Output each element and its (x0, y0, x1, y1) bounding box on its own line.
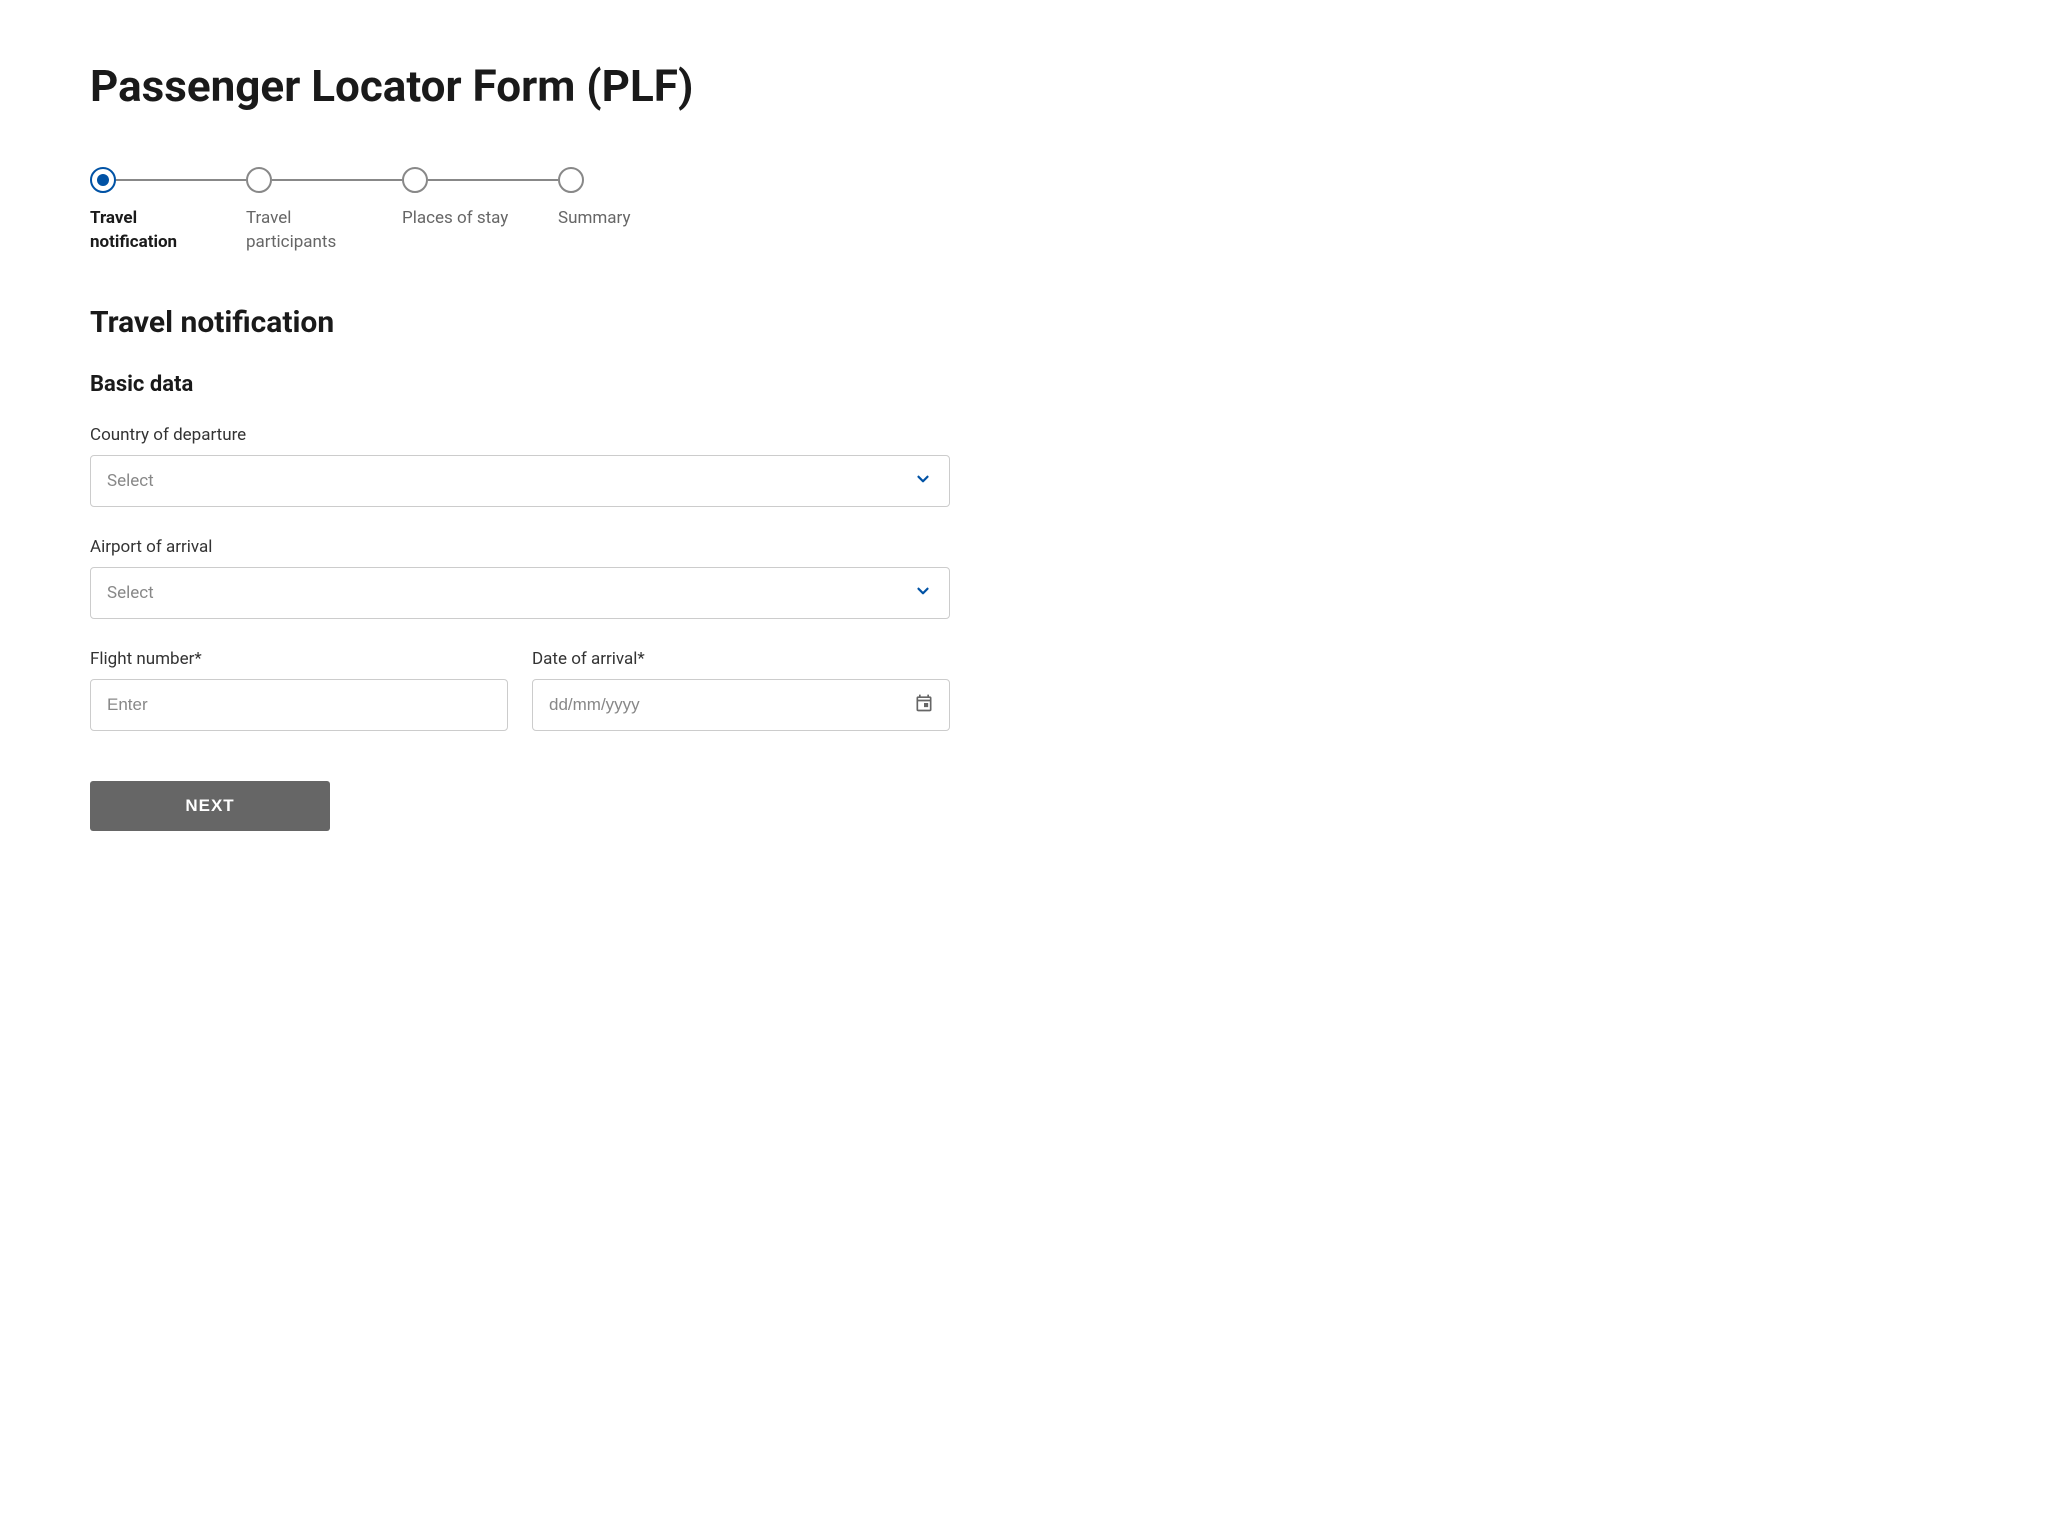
stepper-dot-icon (246, 167, 272, 193)
stepper-label: Places of stay (402, 207, 508, 231)
next-button[interactable]: NEXT (90, 781, 330, 831)
country-of-departure-select[interactable]: Select (90, 455, 950, 507)
form-container: Travel notification Basic data Country o… (90, 305, 950, 831)
section-title: Travel notification (90, 305, 950, 340)
field-label: Airport of arrival (90, 537, 950, 557)
field-country-of-departure: Country of departure Select (90, 425, 950, 507)
airport-of-arrival-select[interactable]: Select (90, 567, 950, 619)
date-of-arrival-input[interactable] (532, 679, 950, 731)
stepper: Travel notification Travel participants … (90, 167, 690, 255)
stepper-dot-icon (402, 167, 428, 193)
stepper-dot-icon (558, 167, 584, 193)
field-label: Flight number* (90, 649, 508, 669)
select-placeholder: Select (107, 471, 154, 491)
stepper-label: Summary (558, 207, 630, 231)
field-label: Country of departure (90, 425, 950, 445)
stepper-label: Travel notification (90, 207, 220, 255)
stepper-connector (428, 179, 558, 181)
page-title: Passenger Locator Form (PLF) (90, 60, 1966, 112)
field-flight-number: Flight number* (90, 649, 508, 731)
field-airport-of-arrival: Airport of arrival Select (90, 537, 950, 619)
stepper-step-places-of-stay[interactable]: Places of stay (402, 167, 558, 231)
field-label: Date of arrival* (532, 649, 950, 669)
subsection-title: Basic data (90, 372, 950, 397)
field-date-of-arrival: Date of arrival* (532, 649, 950, 731)
select-placeholder: Select (107, 583, 154, 603)
stepper-connector (116, 179, 246, 181)
stepper-step-travel-notification[interactable]: Travel notification (90, 167, 246, 255)
stepper-step-travel-participants[interactable]: Travel participants (246, 167, 402, 255)
stepper-step-summary[interactable]: Summary (558, 167, 630, 231)
flight-number-input[interactable] (90, 679, 508, 731)
stepper-dot-icon (90, 167, 116, 193)
stepper-connector (272, 179, 402, 181)
stepper-label: Travel participants (246, 207, 376, 255)
